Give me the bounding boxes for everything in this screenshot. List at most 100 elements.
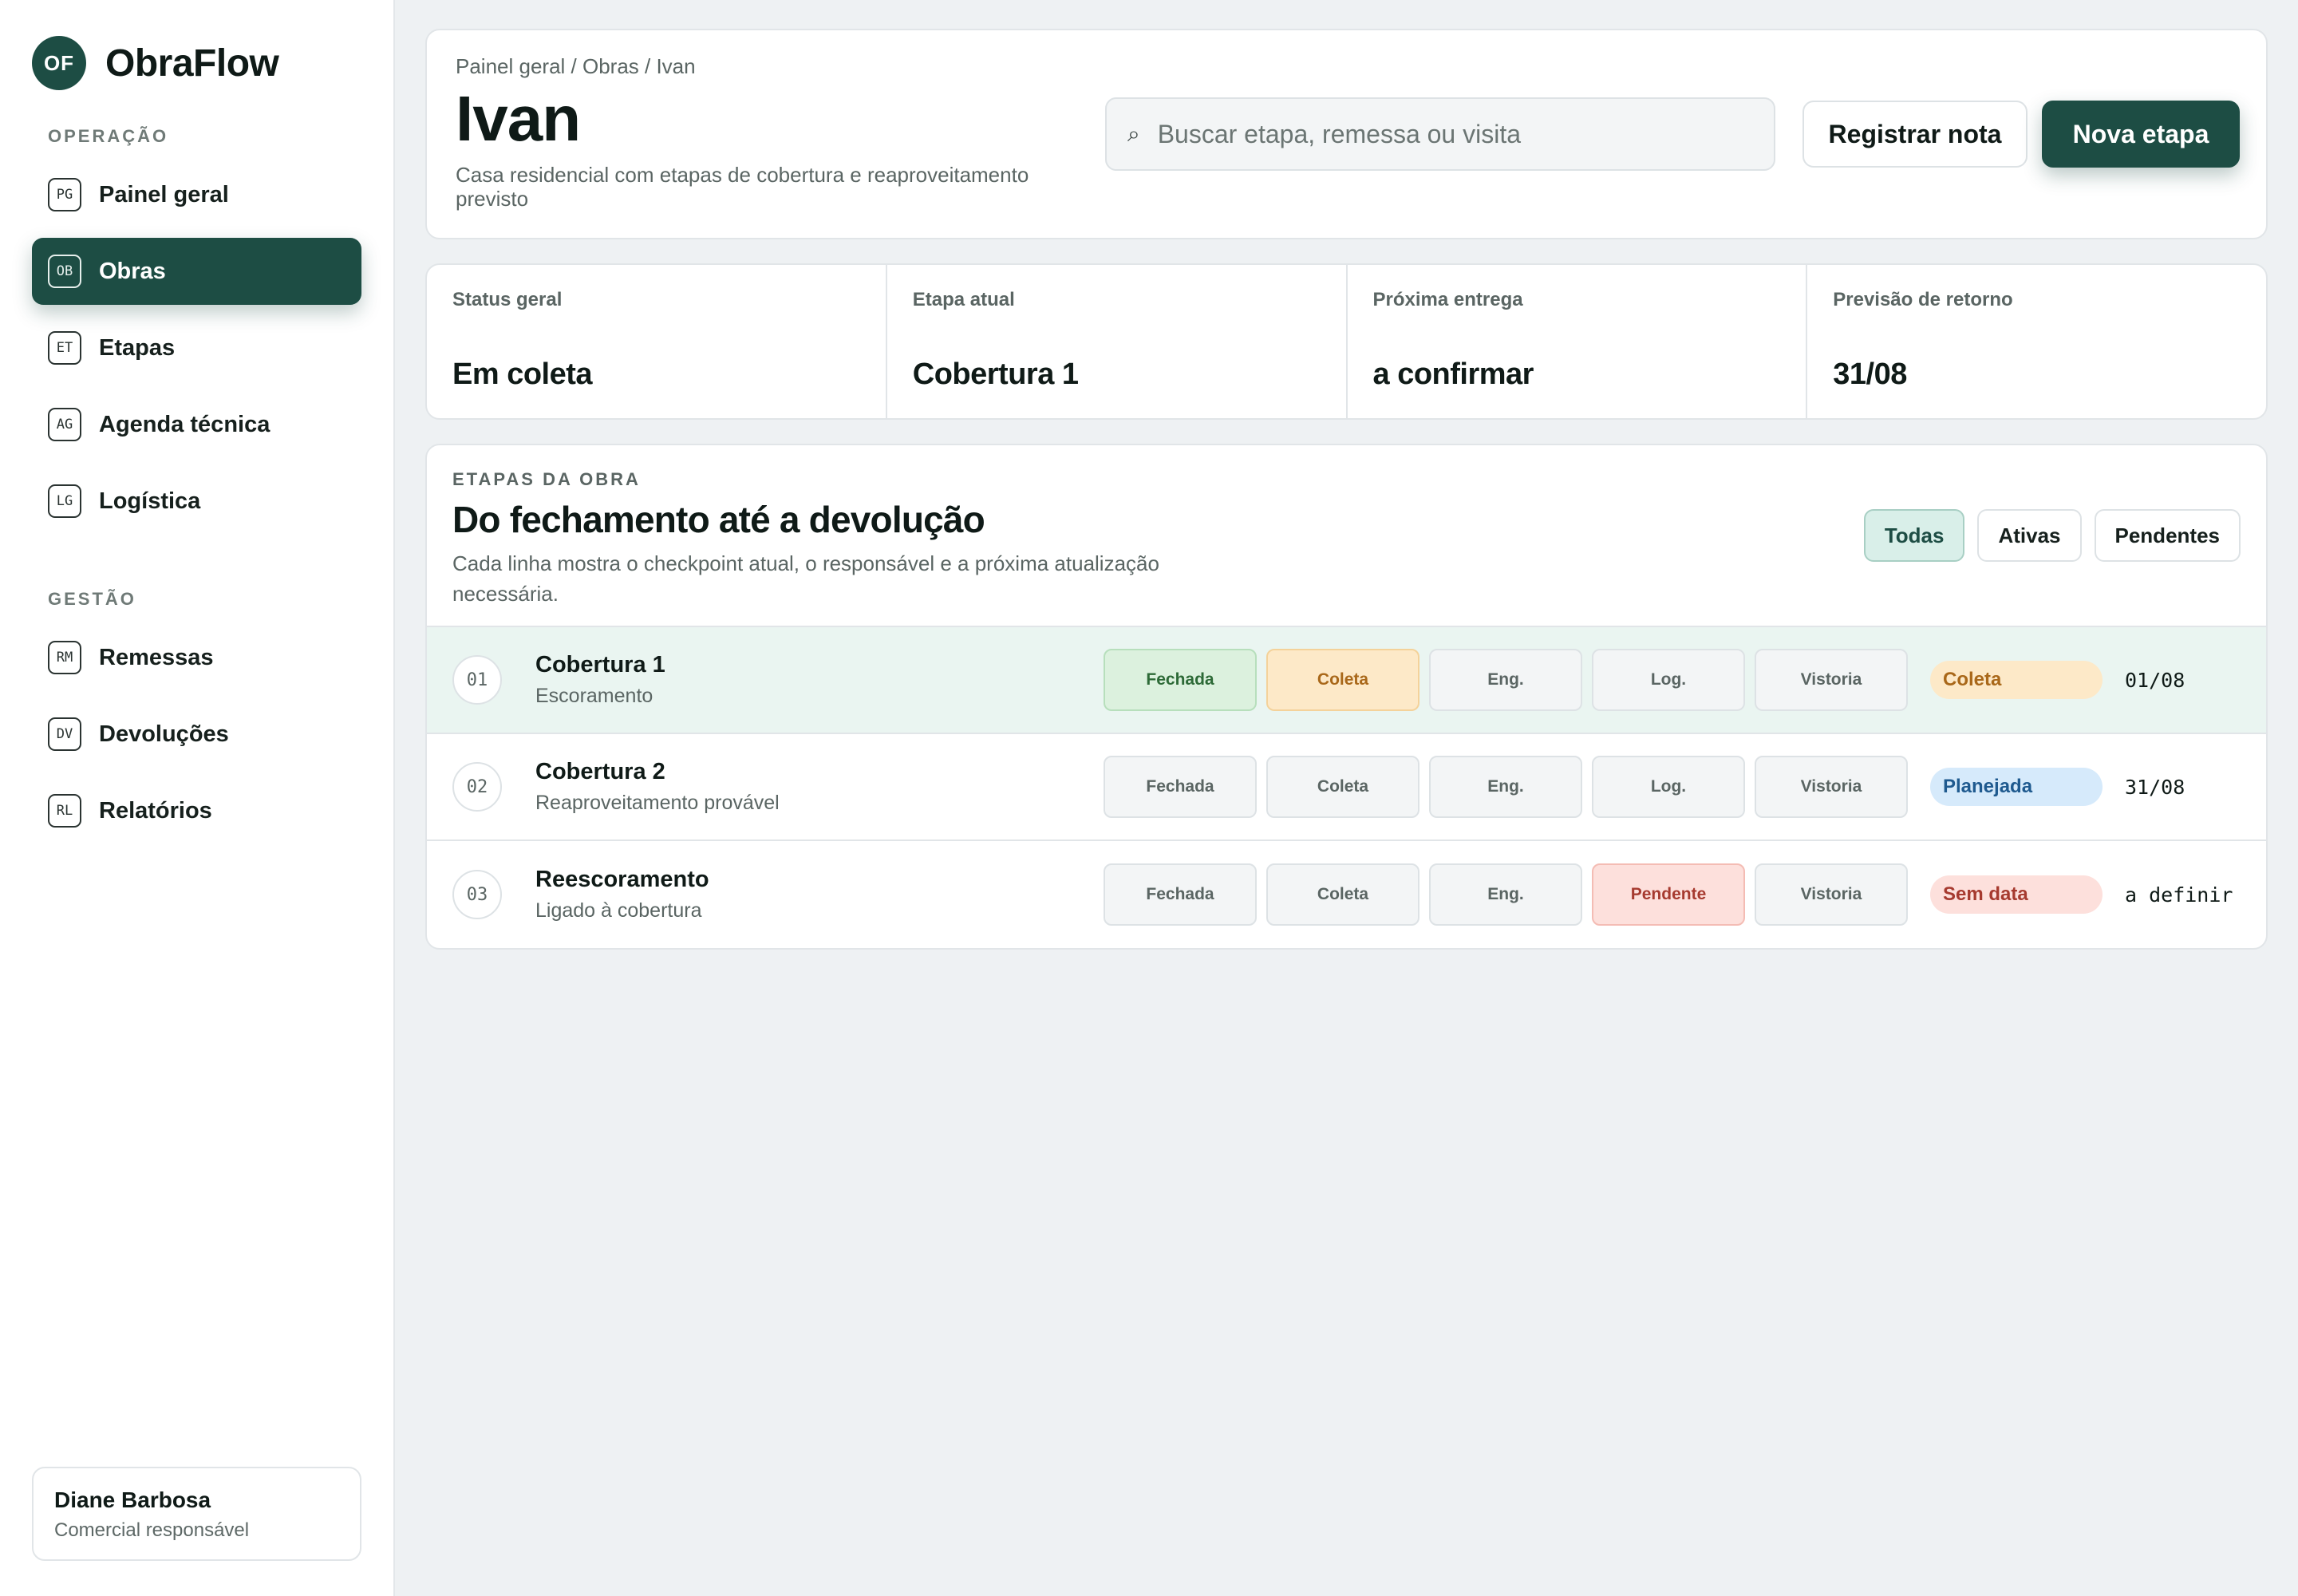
user-card[interactable]: Diane Barbosa Comercial responsável — [32, 1467, 361, 1561]
checkpoint-coleta[interactable]: Coleta — [1266, 756, 1419, 818]
stage-number: 03 — [452, 870, 502, 919]
main-content: Painel geral / Obras / Ivan Ivan Casa re… — [395, 0, 2298, 1596]
sidebar-item-remessas[interactable]: RM Remessas — [32, 624, 361, 691]
search-box[interactable]: ⌕ — [1105, 97, 1775, 171]
sidebar-item-etapas[interactable]: ET Etapas — [32, 314, 361, 381]
checkpoint-track: Fechada Coleta Eng. Log. Vistoria — [1104, 756, 1908, 818]
sidebar-item-label: Obras — [99, 258, 166, 284]
checkpoint-pendente[interactable]: Pendente — [1592, 863, 1745, 926]
stage-date: a definir — [2125, 883, 2233, 907]
filter-todas[interactable]: Todas — [1863, 509, 1965, 562]
sidebar-item-label: Painel geral — [99, 181, 229, 207]
sidebar-item-devolucoes[interactable]: DV Devoluções — [32, 701, 361, 768]
sidebar-item-label: Logística — [99, 488, 201, 514]
stage-subtitle: Escoramento — [535, 685, 653, 707]
brand[interactable]: OF ObraFlow — [32, 0, 361, 126]
stage-name: Cobertura 2 — [535, 759, 665, 784]
filter-pendentes[interactable]: Pendentes — [2094, 509, 2241, 562]
checkpoint-eng[interactable]: Eng. — [1429, 756, 1582, 818]
stat-status-geral: Status geral Em coleta — [427, 265, 887, 418]
sidebar-item-label: Etapas — [99, 334, 176, 361]
stat-value: Cobertura 1 — [912, 358, 1079, 391]
stat-previsao-retorno: Previsão de retorno 31/08 — [1807, 265, 2266, 418]
user-role: Comercial responsável — [54, 1519, 250, 1541]
stat-label: Próxima entrega — [1372, 289, 1523, 310]
stat-value: 31/08 — [1833, 358, 1907, 391]
stat-proxima-entrega: Próxima entrega a confirmar — [1348, 265, 1808, 418]
table-row[interactable]: 03 Reescoramento Ligado à cobertura Fech… — [427, 841, 2266, 948]
stages-panel: ETAPAS DA OBRA Do fechamento até a devol… — [425, 444, 2268, 950]
status-badge: Coleta — [1930, 661, 2103, 699]
table-row[interactable]: 02 Cobertura 2 Reaproveitamento provável… — [427, 734, 2266, 841]
stage-info: Cobertura 2 Reaproveitamento provável — [535, 759, 1104, 815]
stage-subtitle: Ligado à cobertura — [535, 899, 702, 922]
app-root: OF ObraFlow OPERAÇÃO PG Painel geral OB … — [0, 0, 2298, 1596]
obras-icon: OB — [48, 255, 81, 288]
checkpoint-track: Fechada Coleta Eng. Pendente Vistoria — [1104, 863, 1908, 926]
stage-number: 02 — [452, 762, 502, 812]
checkpoint-vistoria[interactable]: Vistoria — [1755, 756, 1908, 818]
status-badge: Sem data — [1930, 875, 2103, 914]
sidebar-item-logistica[interactable]: LG Logística — [32, 468, 361, 535]
brand-logo: OF — [32, 36, 86, 90]
sidebar-item-label: Agenda técnica — [99, 411, 270, 437]
checkpoint-fechada[interactable]: Fechada — [1104, 649, 1257, 711]
register-note-button[interactable]: Registrar nota — [1802, 101, 2028, 168]
user-name: Diane Barbosa — [54, 1487, 211, 1512]
checkpoint-vistoria[interactable]: Vistoria — [1755, 863, 1908, 926]
logistica-icon: LG — [48, 484, 81, 518]
stage-name: Reescoramento — [535, 867, 709, 892]
checkpoint-fechada[interactable]: Fechada — [1104, 756, 1257, 818]
stage-subtitle: Reaproveitamento provável — [535, 792, 780, 814]
checkpoint-eng[interactable]: Eng. — [1429, 649, 1582, 711]
remessas-icon: RM — [48, 641, 81, 674]
nav-section-operacao: OPERAÇÃO — [48, 126, 169, 146]
relatorios-icon: RL — [48, 794, 81, 828]
sidebar-item-relatorios[interactable]: RL Relatórios — [32, 777, 361, 844]
stat-etapa-atual: Etapa atual Cobertura 1 — [887, 265, 1348, 418]
checkpoint-log[interactable]: Log. — [1592, 649, 1745, 711]
new-stage-button[interactable]: Nova etapa — [2042, 101, 2240, 168]
stage-info: Cobertura 1 Escoramento — [535, 652, 1104, 708]
table-row[interactable]: 01 Cobertura 1 Escoramento Fechada Colet… — [427, 627, 2266, 734]
status-badge: Planejada — [1930, 768, 2103, 806]
nav-section-gestao: GESTÃO — [48, 589, 136, 609]
sidebar: OF ObraFlow OPERAÇÃO PG Painel geral OB … — [0, 0, 395, 1596]
breadcrumb[interactable]: Painel geral / Obras / Ivan — [456, 54, 2237, 79]
stage-name: Cobertura 1 — [535, 652, 665, 678]
devolucoes-icon: DV — [48, 717, 81, 751]
painel-geral-icon: PG — [48, 178, 81, 211]
sidebar-item-agenda-tecnica[interactable]: AG Agenda técnica — [32, 391, 361, 458]
stage-info: Reescoramento Ligado à cobertura — [535, 867, 1104, 922]
agenda-icon: AG — [48, 408, 81, 441]
checkpoint-coleta[interactable]: Coleta — [1266, 863, 1419, 926]
page-description: Casa residencial com etapas de cobertura… — [456, 163, 1029, 211]
stats-panel: Status geral Em coleta Etapa atual Cober… — [425, 263, 2268, 420]
sidebar-item-label: Relatórios — [99, 797, 212, 824]
sidebar-item-label: Devoluções — [99, 721, 229, 747]
stages-header: ETAPAS DA OBRA Do fechamento até a devol… — [427, 445, 2266, 627]
checkpoint-vistoria[interactable]: Vistoria — [1755, 649, 1908, 711]
checkpoint-coleta[interactable]: Coleta — [1266, 649, 1419, 711]
sidebar-item-obras[interactable]: OB Obras — [32, 238, 361, 305]
checkpoint-eng[interactable]: Eng. — [1429, 863, 1582, 926]
section-kicker: ETAPAS DA OBRA — [452, 469, 641, 489]
section-description: Cada linha mostra o checkpoint atual, o … — [452, 551, 1159, 606]
stage-date: 31/08 — [2125, 775, 2185, 799]
filter-group: Todas Ativas Pendentes — [1863, 509, 2241, 562]
stat-label: Previsão de retorno — [1833, 289, 2013, 310]
checkpoint-track: Fechada Coleta Eng. Log. Vistoria — [1104, 649, 1908, 711]
search-input[interactable] — [1157, 119, 1753, 149]
stage-number: 01 — [452, 655, 502, 705]
page-header: Painel geral / Obras / Ivan Ivan Casa re… — [425, 29, 2268, 239]
stat-label: Status geral — [452, 289, 563, 310]
stage-date: 01/08 — [2125, 668, 2185, 692]
checkpoint-fechada[interactable]: Fechada — [1104, 863, 1257, 926]
etapas-icon: ET — [48, 331, 81, 365]
sidebar-item-painel-geral[interactable]: PG Painel geral — [32, 161, 361, 228]
stat-value: a confirmar — [1372, 358, 1534, 391]
search-icon: ⌕ — [1127, 120, 1140, 146]
brand-name: ObraFlow — [105, 41, 279, 85]
checkpoint-log[interactable]: Log. — [1592, 756, 1745, 818]
filter-ativas[interactable]: Ativas — [1977, 509, 2082, 562]
